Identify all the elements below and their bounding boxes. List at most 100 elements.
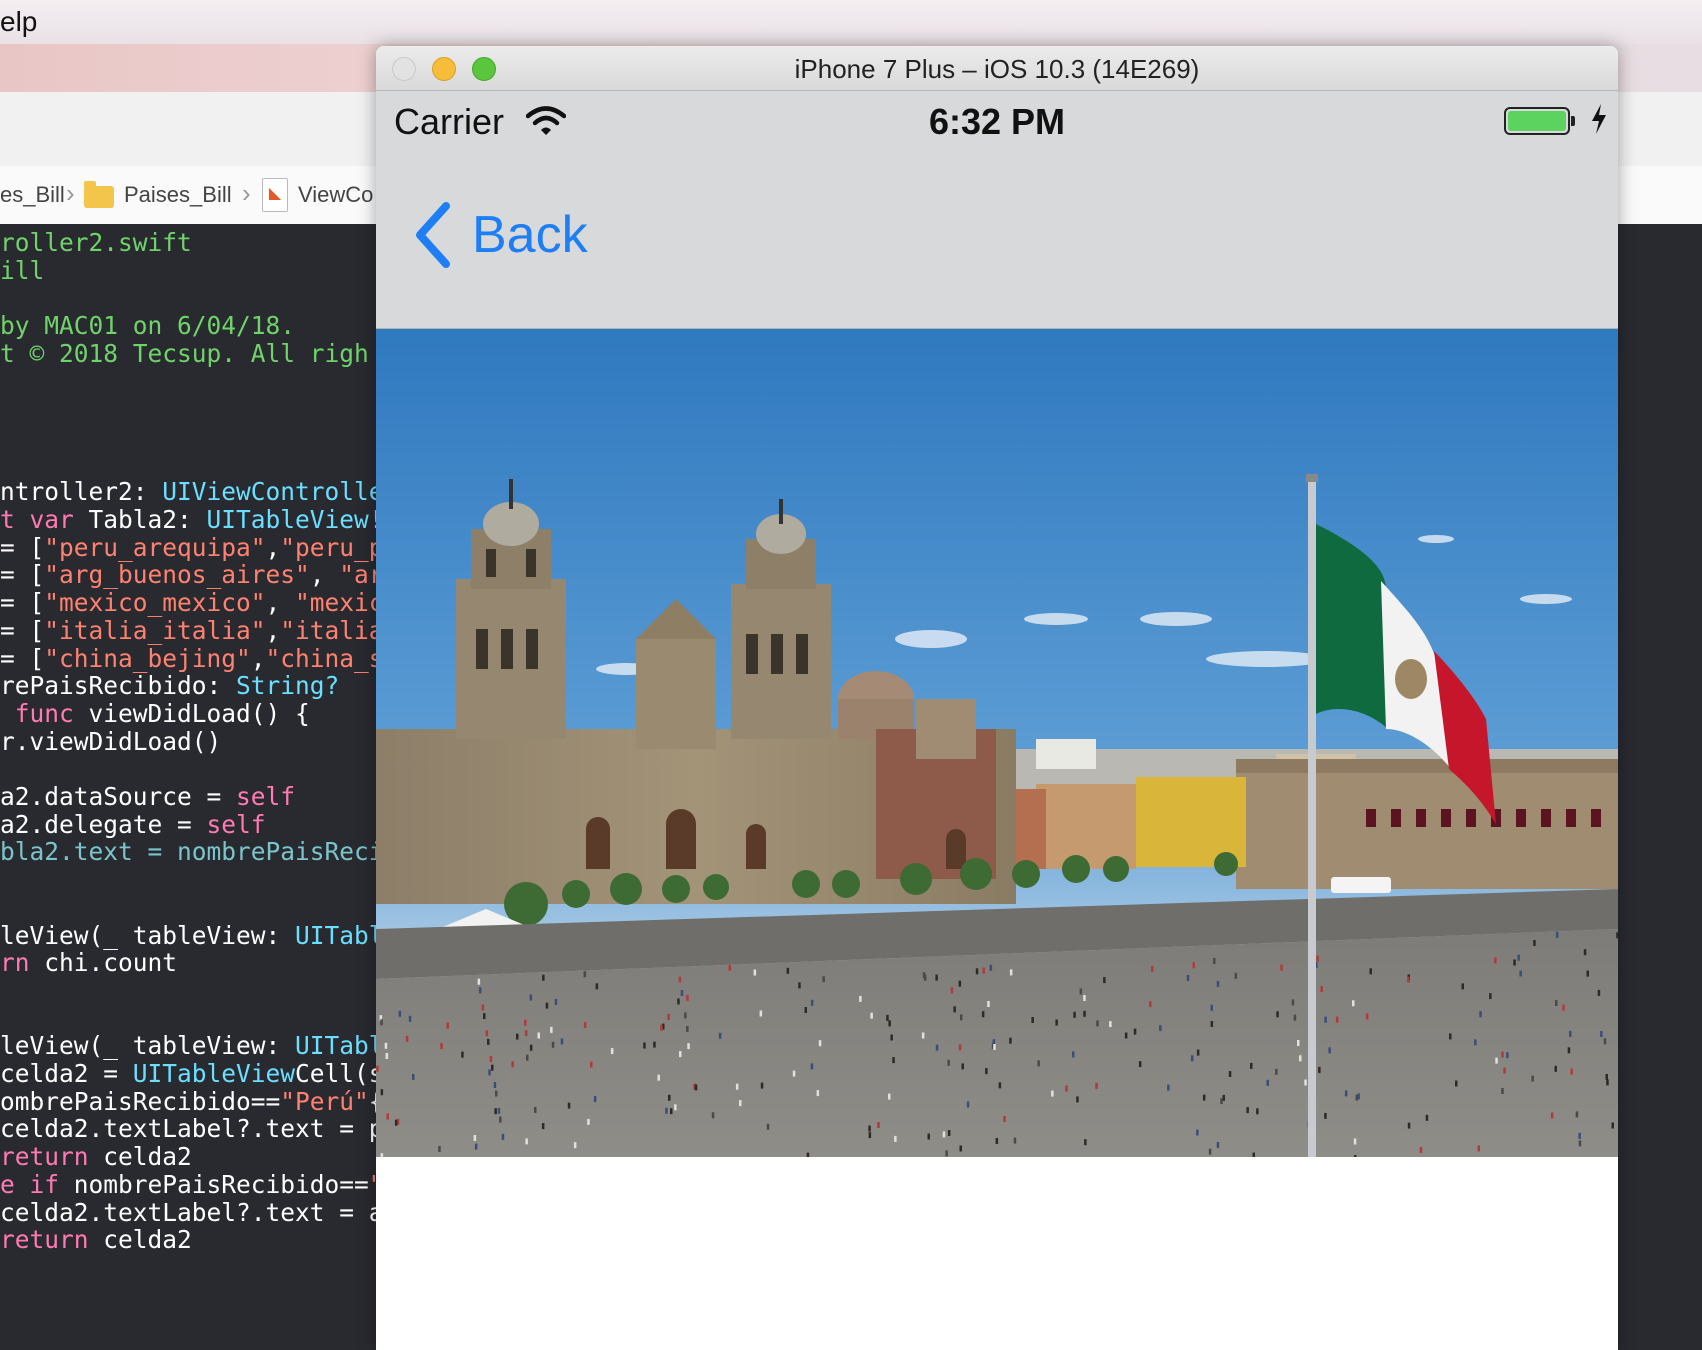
crowd-person — [987, 1001, 990, 1007]
crowd-person — [1293, 1014, 1297, 1021]
code-line: a2.delegate = self — [0, 809, 266, 839]
code-line: ntroller2: UIViewControlle — [0, 477, 378, 507]
code-line: leView(_ tableView: UITabl — [0, 920, 378, 950]
breadcrumb-file[interactable]: ViewCo — [298, 182, 373, 208]
crowd-person — [398, 1010, 402, 1017]
code-line: leView(_ tableView: UITabl — [0, 1031, 378, 1061]
crowd-person — [953, 1006, 956, 1013]
crowd-person — [493, 1082, 497, 1088]
crowd-person — [868, 1132, 872, 1139]
crowd-person — [868, 1125, 871, 1132]
crowd-person — [711, 1112, 715, 1119]
crowd-person — [1256, 1108, 1259, 1115]
crowd-person — [816, 1090, 820, 1097]
crowd-person — [376, 1065, 379, 1072]
crowd-person — [1352, 1000, 1355, 1007]
crowd-person — [1220, 1098, 1223, 1105]
code-line: t © 2018 Tecsup. All righ — [0, 338, 369, 368]
crowd-person — [1533, 940, 1536, 946]
menu-help[interactable]: elp — [0, 6, 37, 38]
code-line: = ["peru_arequipa","peru_p — [0, 532, 378, 562]
crowd-person — [1095, 1082, 1098, 1089]
crowd-person — [822, 976, 825, 983]
crowd-person — [958, 1044, 962, 1051]
crowd-person — [446, 1022, 449, 1029]
crowd-person — [1531, 1075, 1534, 1082]
crowd-person — [1474, 1039, 1477, 1046]
crowd-person — [1318, 1066, 1321, 1073]
crowd-person — [1519, 970, 1522, 977]
crowd-person — [380, 1089, 384, 1096]
back-button[interactable]: Back — [412, 195, 588, 275]
crowd-person — [1562, 1004, 1565, 1011]
crowd-person — [461, 1051, 464, 1058]
crowd-person — [1009, 1037, 1012, 1044]
crowd-person — [477, 978, 481, 985]
crowd-person — [667, 1014, 670, 1020]
zocalo-photo — [376, 329, 1618, 1157]
back-label: Back — [472, 206, 588, 264]
folder-icon — [84, 181, 114, 208]
crowd-person — [1550, 1112, 1554, 1119]
crowd-person — [810, 999, 814, 1006]
crowd-person — [595, 983, 599, 990]
crowd-person — [386, 1113, 389, 1120]
status-time: 6:32 PM — [928, 101, 1066, 142]
crowd-person — [739, 1100, 742, 1107]
crowd-person — [545, 1002, 549, 1009]
code-line: bla2.text = nombrePaisReci — [0, 837, 378, 867]
crowd-person — [961, 1063, 964, 1070]
crowd-person — [497, 1107, 501, 1114]
simulator-window: iPhone 7 Plus – iOS 10.3 (14E269) Carrie… — [376, 46, 1618, 1350]
crowd-person — [792, 1070, 796, 1077]
breadcrumb-project[interactable]: es_Bill — [0, 182, 65, 208]
crowd-person — [1575, 1111, 1579, 1118]
crowd-person — [1606, 1079, 1609, 1086]
crowd-person — [1083, 1010, 1086, 1017]
crowd-person — [975, 968, 979, 975]
crowd-person — [511, 1061, 514, 1068]
crowd-person — [1461, 983, 1464, 990]
crowd-person — [1570, 1068, 1573, 1075]
crowd-person — [668, 1094, 671, 1101]
code-line: return celda2 — [0, 1225, 192, 1255]
crowd-person — [1501, 1088, 1504, 1094]
crowd-person — [1603, 1038, 1607, 1045]
crowd-person — [1079, 988, 1083, 995]
breadcrumb-group[interactable]: Paises_Bill — [124, 182, 232, 208]
code-line: = ["china_bejing","china_s — [0, 643, 378, 673]
crowd-person — [950, 987, 954, 994]
crowd-person — [1210, 1021, 1214, 1027]
crowd-person — [1320, 986, 1323, 993]
crowd-person — [1503, 1067, 1506, 1074]
crowd-person — [537, 1032, 540, 1039]
crowd-person — [1578, 1132, 1581, 1139]
code-line: t var Tabla2: UITableView! — [0, 505, 378, 534]
crowd-person — [1213, 958, 1216, 964]
crowd-person — [1555, 1000, 1558, 1006]
crowd-person — [384, 1042, 388, 1049]
crowd-person — [728, 964, 731, 971]
code-editor[interactable]: roller2.swift ill by MAC01 on 6/04/18. t © … — [0, 224, 378, 1350]
crowd-person — [1186, 975, 1190, 981]
crowd-person — [760, 1082, 764, 1089]
crowd-person — [1266, 1079, 1269, 1086]
crowd-person — [1234, 972, 1238, 979]
crowd-person — [1031, 1017, 1034, 1023]
crowd-person — [684, 1012, 687, 1019]
crowd-person — [567, 1102, 571, 1109]
crowd-person — [921, 1032, 925, 1039]
code-line: by MAC01 on 6/04/18. — [0, 311, 296, 341]
crowd-person — [1124, 1032, 1128, 1039]
crowd-person — [1009, 969, 1013, 976]
crowd-person — [487, 1038, 490, 1045]
breadcrumb-separator-icon: › — [242, 178, 251, 208]
simulator-titlebar: iPhone 7 Plus – iOS 10.3 (14E269) — [376, 46, 1618, 91]
crowd-person — [886, 1014, 889, 1021]
crowd-person — [1616, 932, 1618, 939]
crowd-person — [1605, 1074, 1608, 1080]
code-line: = ["italia_italia","italia — [0, 615, 378, 645]
crowd-person — [1222, 1094, 1225, 1101]
crowd-person — [1103, 977, 1106, 984]
crowd-person — [483, 1013, 486, 1020]
